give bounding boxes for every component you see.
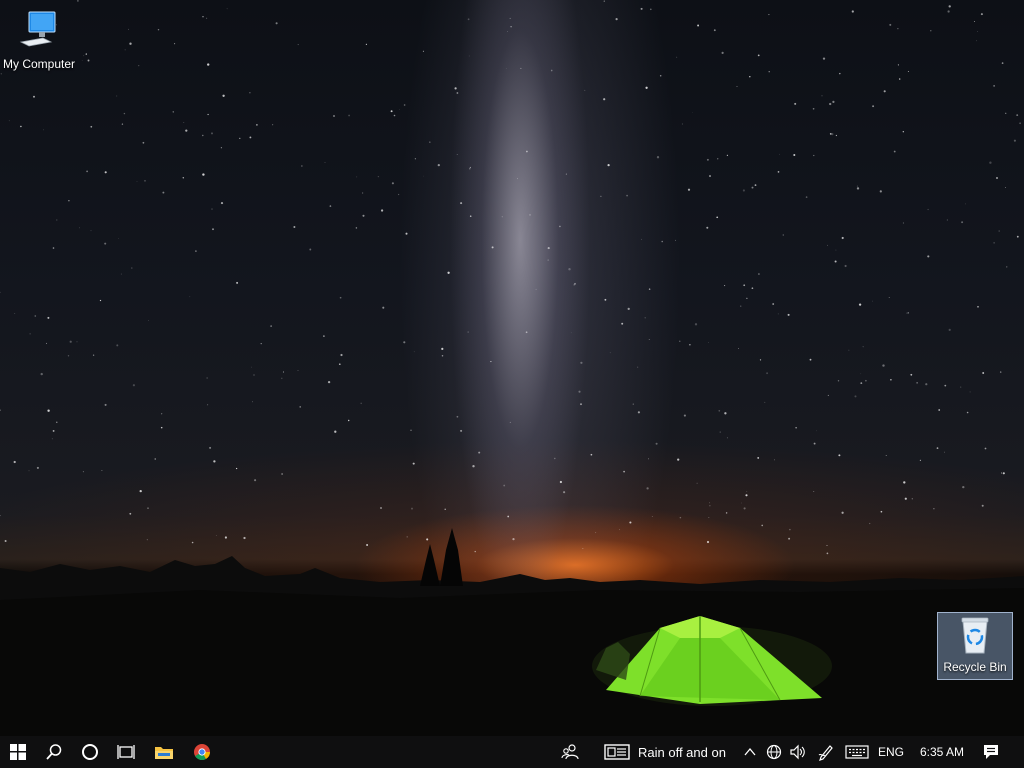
- people-icon: [561, 744, 579, 760]
- touch-keyboard-button[interactable]: [842, 736, 872, 768]
- network-button[interactable]: [764, 736, 784, 768]
- task-view-button[interactable]: [108, 736, 144, 768]
- weather-widget[interactable]: Rain off and on: [604, 736, 736, 768]
- computer-icon: [19, 11, 56, 47]
- chrome-icon: [194, 744, 210, 760]
- action-center-button[interactable]: [978, 736, 1004, 768]
- landscape: [0, 528, 1024, 736]
- cortana-button[interactable]: [72, 736, 108, 768]
- speaker-icon: [790, 744, 805, 760]
- globe-icon: [766, 744, 782, 760]
- star-field: [0, 0, 1021, 555]
- taskbar: Rain off and on ENG 6:35 AM: [0, 736, 1024, 768]
- volume-button[interactable]: [787, 736, 809, 768]
- recycle-bin-label: Recycle Bin: [943, 660, 1007, 674]
- file-explorer-button[interactable]: [146, 736, 182, 768]
- windows-logo-icon: [10, 744, 26, 760]
- pen-icon: [818, 745, 833, 761]
- search-button[interactable]: [36, 736, 72, 768]
- chrome-button[interactable]: [184, 736, 220, 768]
- pen-workspace-button[interactable]: [814, 736, 838, 768]
- news-weather-icon: [604, 744, 630, 760]
- input-language-button[interactable]: ENG: [874, 736, 908, 768]
- start-button[interactable]: [0, 736, 36, 768]
- chevron-up-icon: [744, 747, 756, 756]
- weather-text: Rain off and on: [638, 744, 726, 760]
- desktop-icon-my-computer[interactable]: My Computer: [0, 8, 78, 71]
- show-hidden-icons-button[interactable]: [740, 736, 760, 768]
- folder-icon: [155, 747, 173, 759]
- clock-button[interactable]: 6:35 AM: [912, 736, 972, 768]
- task-view-icon: [117, 745, 135, 759]
- desktop-icon-recycle-bin[interactable]: Recycle Bin: [937, 612, 1013, 680]
- keyboard-icon: [845, 745, 869, 759]
- recycle-bin-icon: [961, 617, 989, 654]
- people-button[interactable]: [558, 736, 582, 768]
- my-computer-label: My Computer: [2, 57, 76, 71]
- search-icon: [46, 744, 62, 760]
- language-label: ENG: [877, 745, 904, 759]
- clock-time: 6:35 AM: [919, 745, 965, 759]
- cortana-circle-icon: [82, 744, 98, 760]
- notification-icon: [984, 745, 998, 759]
- desktop[interactable]: My Computer Recycle Bin: [0, 0, 1024, 736]
